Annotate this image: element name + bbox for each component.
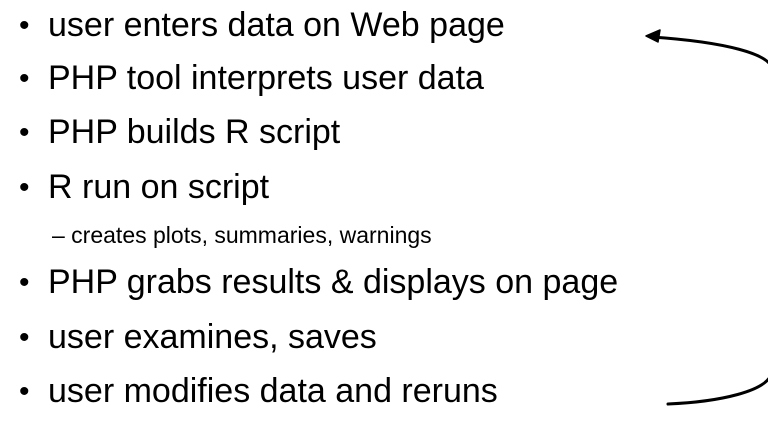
loop-arrow-curve [650,35,768,406]
arrow-head-icon [645,29,661,43]
slide: • user enters data on Web page • PHP too… [0,0,768,431]
loop-arrow [645,29,768,406]
